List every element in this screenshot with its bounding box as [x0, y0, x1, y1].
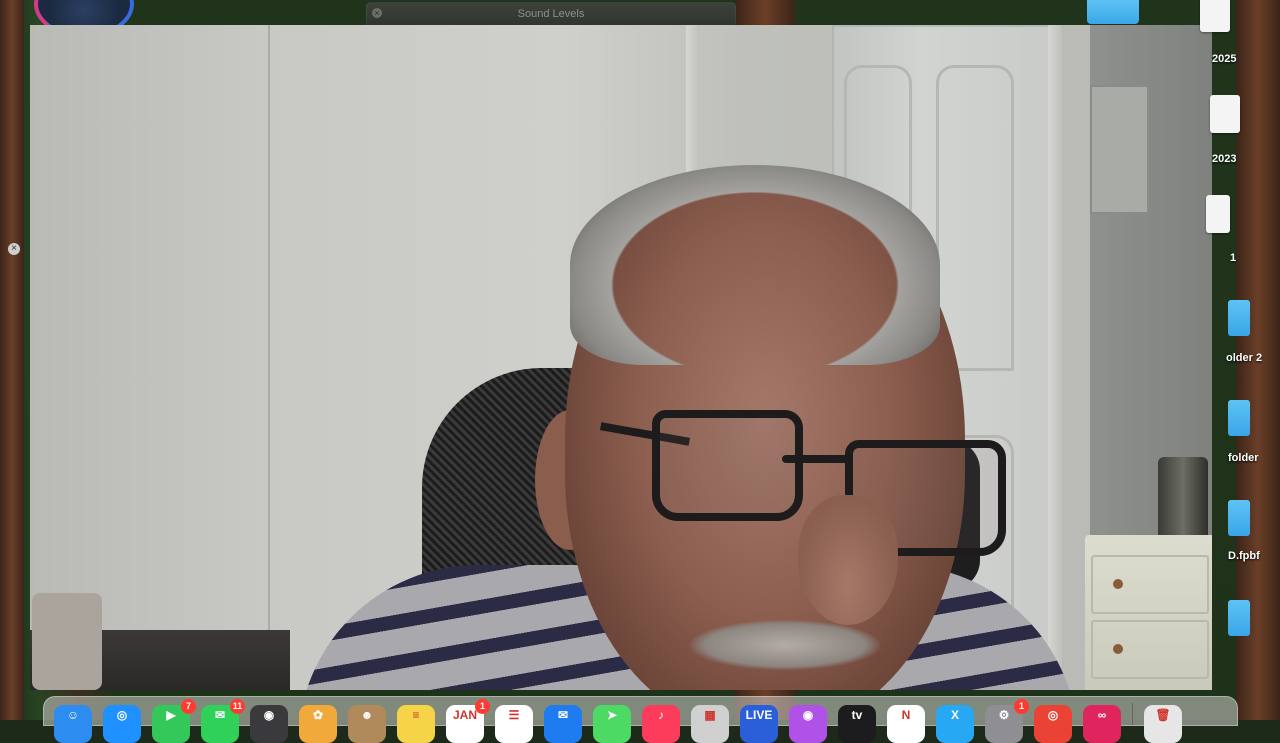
drawer-knob — [1113, 579, 1123, 589]
dresser — [1085, 535, 1212, 690]
dock-app-chrome[interactable]: ◎ — [1034, 705, 1072, 743]
folder-icon — [1228, 600, 1250, 636]
dock-app-contacts[interactable]: ☻ — [348, 705, 386, 743]
desktop-item-label: 1 — [1230, 252, 1237, 264]
desktop-item[interactable]: folder — [1212, 400, 1280, 470]
dock-app-finder[interactable]: ☺ — [54, 705, 92, 743]
notification-badge: 7 — [181, 699, 196, 714]
glasses-lens-left — [652, 410, 803, 521]
moustache — [690, 620, 880, 670]
dock: ☺ ◎ ▶ 7 ✉ 11 ◉ ✿ ☻ ≡ JAN 1 ☰ ✉ ➤ ♪ ▦ LIVE ◉ tv N X ⚙ 1 ◎ ∞ 🗑 — [43, 696, 1238, 743]
tree-trunk — [0, 0, 24, 720]
dock-app-music[interactable]: ♪ — [642, 705, 680, 743]
dock-app-messages[interactable]: ✉ 11 — [201, 699, 245, 743]
pillow — [32, 593, 102, 690]
desktop-item[interactable]: 2023 — [1210, 95, 1280, 165]
nose — [798, 495, 898, 625]
sound-levels-window[interactable]: × Sound Levels — [366, 2, 736, 26]
dock-app-system-settings[interactable]: ⚙ 1 — [985, 699, 1029, 743]
document-icon — [1210, 95, 1240, 133]
dock-app-tv[interactable]: tv — [838, 705, 876, 743]
dock-app-creative-cloud[interactable]: ∞ — [1083, 705, 1121, 743]
desktop-item[interactable]: D.fpbf — [1212, 500, 1280, 570]
wall-thermostat — [1090, 85, 1149, 214]
dock-app-mail[interactable]: ✉ — [544, 705, 582, 743]
notification-badge: 1 — [1014, 699, 1029, 714]
desktop-item[interactable] — [1212, 600, 1280, 640]
desktop-item-label: 2025 — [1212, 53, 1237, 65]
dock-app-facetime[interactable]: ▶ 7 — [152, 699, 196, 743]
dock-app-calendar[interactable]: JAN 1 — [446, 699, 490, 743]
folder-icon — [1228, 500, 1250, 536]
folder-icon — [1228, 400, 1250, 436]
dock-app-notes[interactable]: ≡ — [397, 705, 435, 743]
document-icon — [1206, 195, 1230, 233]
folder-icon — [1228, 300, 1250, 336]
dock-app-trash[interactable]: 🗑 — [1144, 705, 1182, 743]
notification-badge: 1 — [475, 699, 490, 714]
drawer — [1091, 555, 1209, 614]
glasses-bridge — [782, 455, 852, 463]
dock-app-news[interactable]: N — [887, 705, 925, 743]
window-title: Sound Levels — [517, 8, 585, 20]
dock-app-photos[interactable]: ✿ — [299, 705, 337, 743]
dock-app-safari[interactable]: ◎ — [103, 705, 141, 743]
camera-video-feed — [30, 25, 1212, 690]
desktop-item[interactable]: 1 — [1206, 195, 1280, 265]
wall-seam — [268, 25, 270, 690]
folder-icon[interactable] — [1087, 0, 1139, 24]
dock-app-podcasts[interactable]: ◉ — [789, 705, 827, 743]
desktop-item[interactable]: 2025 — [1200, 0, 1280, 70]
desktop-item-label: 2023 — [1212, 153, 1237, 165]
close-icon[interactable]: × — [8, 243, 20, 255]
dock-app-live[interactable]: LIVE — [740, 705, 778, 743]
hair — [570, 165, 940, 365]
desktop-item-label: older 2 — [1226, 352, 1263, 364]
dock-app-reminders[interactable]: ☰ — [495, 705, 533, 743]
door-panel — [936, 65, 1014, 371]
desktop-item[interactable]: older 2 — [1212, 300, 1280, 370]
dock-app-quicktime[interactable]: ◉ — [250, 705, 288, 743]
dock-separator — [1132, 703, 1133, 725]
dock-app-launchpad[interactable]: ▦ — [691, 705, 729, 743]
drawer-knob — [1113, 644, 1123, 654]
drawer — [1091, 620, 1209, 679]
dock-app-xcode[interactable]: X — [936, 705, 974, 743]
desktop-item-label: D.fpbf — [1228, 550, 1260, 562]
notification-badge: 11 — [230, 699, 245, 714]
desktop-icons-column: 2025 2023 1 older 2 folder D.fpbf — [1200, 0, 1280, 700]
document-icon — [1200, 0, 1230, 32]
dock-app-maps[interactable]: ➤ — [593, 705, 631, 743]
door-frame — [1048, 25, 1062, 690]
desktop-item-label: folder — [1228, 452, 1259, 464]
